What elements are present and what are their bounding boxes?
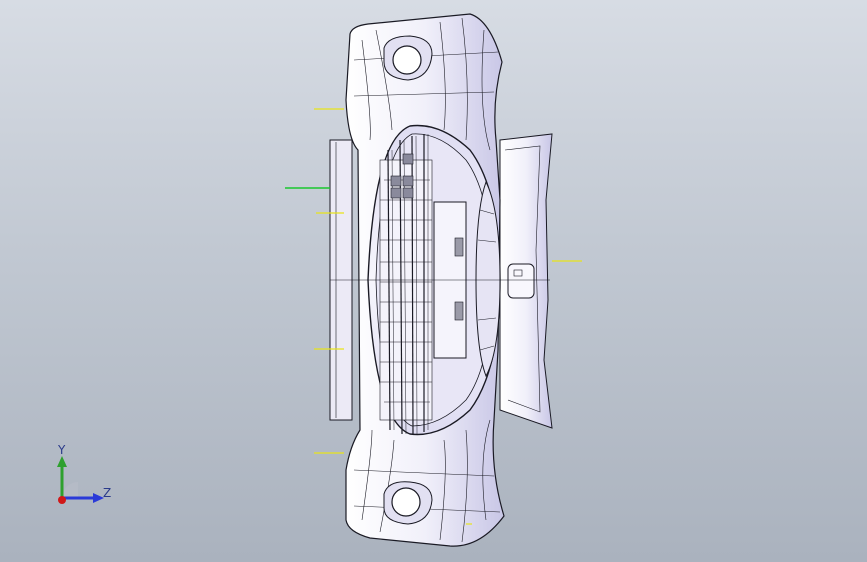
- top-fog-light-recess[interactable]: [383, 35, 433, 81]
- bumper-model[interactable]: [0, 0, 867, 562]
- tow-hook-cover[interactable]: [507, 263, 535, 299]
- y-axis-label: Y: [58, 443, 66, 457]
- bottom-fog-light-recess[interactable]: [383, 481, 433, 525]
- y-axis-arrowhead: [57, 456, 67, 467]
- x-axis-dot: [58, 496, 66, 504]
- triad-plane-indicator: [62, 482, 78, 498]
- z-axis-label: Z: [103, 486, 112, 500]
- graphics-viewport[interactable]: Y Z: [0, 0, 867, 562]
